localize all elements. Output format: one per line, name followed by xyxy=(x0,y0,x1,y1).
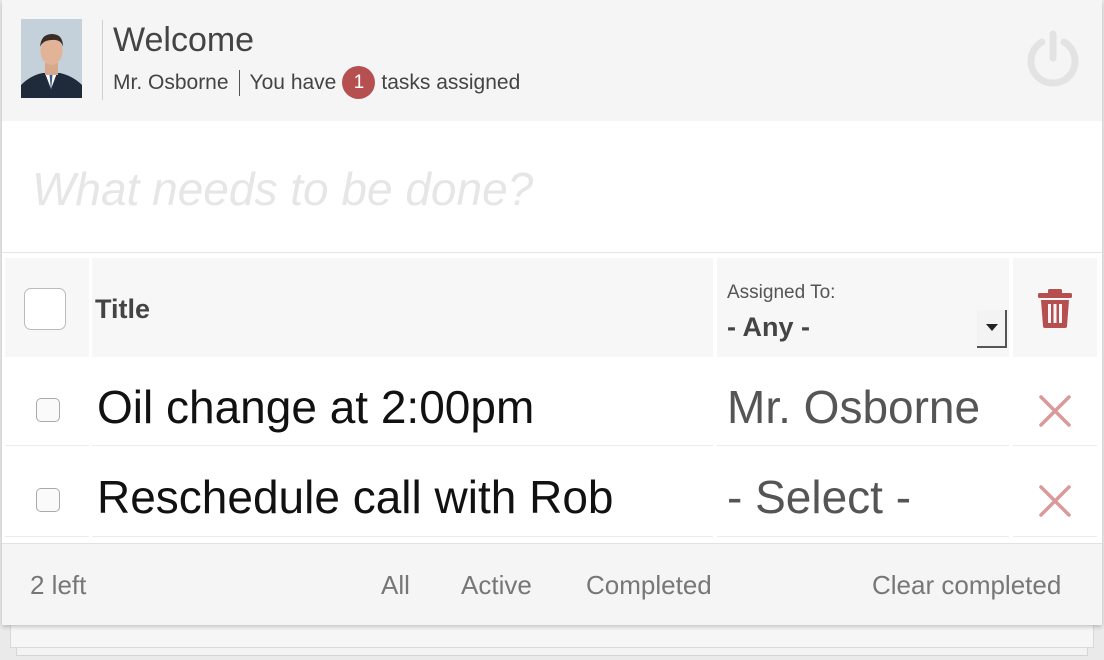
summary-separator xyxy=(238,69,240,96)
new-todo-input[interactable] xyxy=(32,159,1072,219)
new-todo-area xyxy=(2,121,1102,253)
task-title[interactable]: Oil change at 2:00pm xyxy=(97,380,534,434)
clear-completed-button[interactable]: Clear completed xyxy=(872,570,1061,601)
tasks-prefix: You have xyxy=(249,70,337,94)
filter-all[interactable]: All xyxy=(381,570,410,601)
footer: 2 left All Active Completed Clear comple… xyxy=(2,543,1102,625)
avatar xyxy=(21,19,82,98)
task-title[interactable]: Reschedule call with Rob xyxy=(97,470,614,524)
user-name: Mr. Osborne xyxy=(113,70,229,94)
tasks-suffix: tasks assigned xyxy=(381,70,521,94)
assigned-filter-select[interactable]: - Any - xyxy=(727,312,1007,348)
trash-icon[interactable] xyxy=(1036,288,1074,328)
task-assignee[interactable]: Mr. Osborne xyxy=(727,380,980,434)
close-icon[interactable] xyxy=(1038,394,1072,428)
filter-completed[interactable]: Completed xyxy=(586,570,712,601)
select-all-checkbox[interactable] xyxy=(24,288,66,330)
close-icon[interactable] xyxy=(1038,484,1072,518)
user-summary: Mr. Osborne You have 1 tasks assigned xyxy=(113,66,520,99)
assigned-to-label: Assigned To: xyxy=(727,282,836,303)
title-column-header: Title xyxy=(95,294,151,324)
task-checkbox[interactable] xyxy=(36,398,60,422)
items-left-count: 2 left xyxy=(30,570,87,600)
header-divider xyxy=(102,20,103,100)
welcome-heading: Welcome xyxy=(113,21,255,59)
title-header-cell xyxy=(92,258,713,357)
task-assignee-select[interactable]: - Select - xyxy=(727,470,911,524)
task-checkbox[interactable] xyxy=(36,488,60,512)
chevron-down-icon[interactable] xyxy=(977,310,1007,348)
power-icon[interactable] xyxy=(1022,28,1084,90)
task-count-badge: 1 xyxy=(342,66,376,99)
header: Welcome Mr. Osborne You have 1 tasks ass… xyxy=(2,0,1102,121)
filter-active[interactable]: Active xyxy=(461,570,532,601)
